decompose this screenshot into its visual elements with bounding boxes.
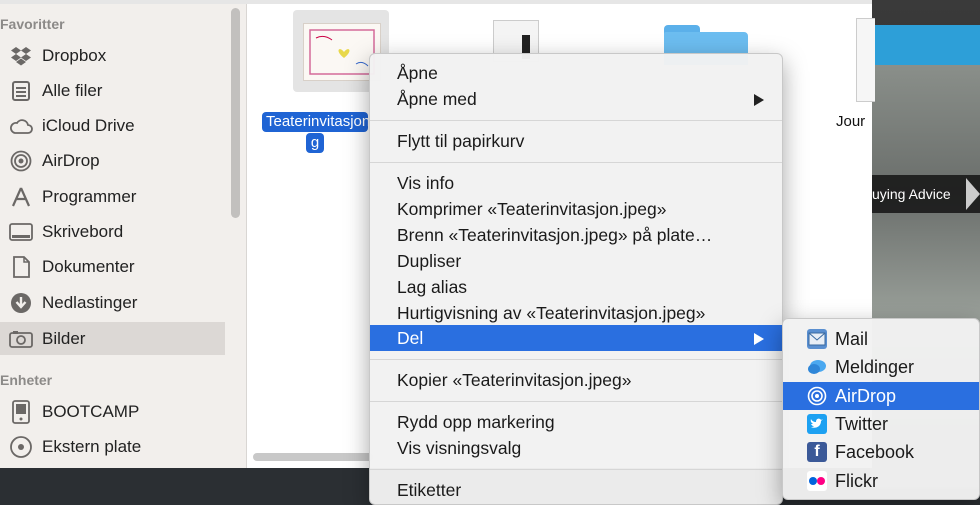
share-item-messages[interactable]: Meldinger: [783, 353, 979, 381]
file-name-line1: Teaterinvitasjon: [262, 112, 368, 132]
camera-icon: [9, 327, 33, 351]
submenu-arrow-icon: [754, 333, 764, 345]
menu-separator: [370, 469, 782, 470]
menu-separator: [370, 120, 782, 121]
sidebar-item-label: BOOTCAMP: [42, 401, 140, 421]
journal-file-name[interactable]: Jour: [836, 113, 865, 130]
context-menu: Åpne Åpne med Flytt til papirkurv Vis in…: [369, 53, 783, 505]
mail-icon: [807, 329, 827, 349]
sidebar-item-label: Dokumenter: [42, 256, 135, 276]
share-item-label: Mail: [835, 328, 869, 349]
share-item-label: Twitter: [835, 413, 889, 434]
applications-icon: [9, 185, 33, 209]
sidebar-item-label: Skrivebord: [42, 221, 124, 241]
menu-item-burn[interactable]: Brenn «Teaterinvitasjon.jpeg» på plate…: [370, 222, 782, 248]
share-item-label: Flickr: [835, 470, 878, 491]
sidebar-item-label: Bilder: [42, 328, 86, 348]
sidebar-item-skrivebord[interactable]: Skrivebord: [0, 215, 225, 248]
menu-separator: [370, 162, 782, 163]
menu-item-move-to-trash[interactable]: Flytt til papirkurv: [370, 128, 782, 154]
play-arrow-icon[interactable]: [966, 178, 980, 210]
sidebar-item-icloud-drive[interactable]: iCloud Drive: [0, 109, 225, 142]
sidebar-header-devices: Enheter: [0, 372, 53, 388]
facebook-icon: f: [807, 442, 827, 462]
menu-item-tags[interactable]: Etiketter: [370, 477, 782, 503]
menu-item-compress[interactable]: Komprimer «Teaterinvitasjon.jpeg»: [370, 196, 782, 222]
airdrop-icon: [9, 149, 33, 173]
sidebar-item-airdrop[interactable]: AirDrop: [0, 144, 225, 177]
submenu-arrow-icon: [754, 94, 764, 106]
menu-item-get-info[interactable]: Vis info: [370, 170, 782, 196]
menu-item-duplicate[interactable]: Dupliser: [370, 248, 782, 274]
background-header-bar: [870, 25, 980, 65]
sidebar-item-bilder[interactable]: Bilder: [0, 322, 225, 355]
menu-item-share[interactable]: Del: [370, 325, 782, 351]
menu-item-quick-look[interactable]: Hurtigvisning av «Teaterinvitasjon.jpeg»: [370, 300, 782, 326]
share-item-label: AirDrop: [835, 385, 897, 406]
file-name-line2: g: [305, 133, 325, 153]
share-item-airdrop[interactable]: AirDrop: [783, 382, 979, 410]
disk-icon: [9, 435, 33, 459]
cloud-icon: [9, 114, 33, 138]
sidebar-item-ekstern-plate[interactable]: Ekstern plate: [0, 430, 225, 463]
sidebar-item-label: iCloud Drive: [42, 115, 135, 135]
airdrop-icon: [807, 386, 827, 406]
background-caption: uying Advice: [870, 175, 980, 213]
share-item-twitter[interactable]: Twitter: [783, 410, 979, 438]
sidebar-scrollbar[interactable]: [231, 8, 240, 218]
sidebar-item-label: Nedlastinger: [42, 292, 138, 312]
sidebar-item-dokumenter[interactable]: Dokumenter: [0, 250, 225, 283]
menu-item-copy[interactable]: Kopier «Teaterinvitasjon.jpeg»: [370, 367, 782, 393]
share-item-facebook[interactable]: f Facebook: [783, 438, 979, 466]
sidebar-item-label: Ekstern plate: [42, 436, 142, 456]
menu-item-show-view-options[interactable]: Vis visningsvalg: [370, 435, 782, 461]
menu-item-open[interactable]: Åpne: [370, 60, 782, 86]
sidebar-item-all-files[interactable]: Alle filer: [0, 74, 225, 107]
sidebar-item-label: Alle filer: [42, 80, 103, 100]
share-item-flickr[interactable]: Flickr: [783, 467, 979, 495]
journal-file-icon[interactable]: [856, 18, 875, 102]
menu-separator: [370, 359, 782, 360]
desktop-icon: [9, 220, 33, 244]
downloads-icon: [9, 291, 33, 315]
file-area-scrollbar[interactable]: [253, 453, 373, 461]
documents-icon: [9, 255, 33, 279]
selected-file-name[interactable]: Teaterinvitasjon g: [262, 112, 368, 153]
sidebar-item-dropbox[interactable]: Dropbox: [0, 39, 225, 72]
menu-separator: [370, 401, 782, 402]
twitter-icon: [807, 414, 827, 434]
menu-item-make-alias[interactable]: Lag alias: [370, 274, 782, 300]
sidebar-header-favorites: Favoritter: [0, 16, 65, 32]
sidebar: Favoritter Dropbox Alle filer iCloud Dri…: [0, 4, 247, 468]
drive-icon: [9, 399, 33, 424]
share-submenu: Mail Meldinger AirDrop Twitter f Faceboo…: [782, 318, 980, 500]
sidebar-item-nedlastinger[interactable]: Nedlastinger: [0, 286, 225, 319]
sidebar-item-label: AirDrop: [42, 150, 100, 170]
sidebar-item-label: Programmer: [42, 186, 137, 206]
sidebar-item-bootcamp[interactable]: BOOTCAMP: [0, 395, 225, 428]
share-item-mail[interactable]: Mail: [783, 325, 979, 353]
dropbox-icon: [9, 44, 33, 68]
share-item-label: Meldinger: [835, 356, 915, 377]
menu-item-open-with[interactable]: Åpne med: [370, 86, 782, 112]
menu-item-clean-up-selection[interactable]: Rydd opp markering: [370, 409, 782, 435]
messages-icon: [807, 357, 827, 377]
share-item-label: Facebook: [835, 441, 915, 462]
flickr-icon: [807, 471, 827, 491]
sidebar-item-programmer[interactable]: Programmer: [0, 180, 225, 213]
sidebar-item-label: Dropbox: [42, 45, 107, 65]
all-files-icon: [9, 79, 33, 103]
